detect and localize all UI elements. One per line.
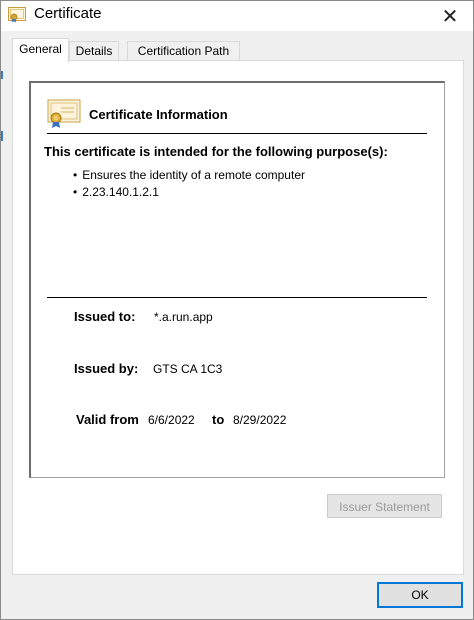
background-edge-fragment bbox=[1, 71, 3, 79]
issuer-statement-button[interactable]: Issuer Statement bbox=[327, 494, 442, 518]
issued-by-label: Issued by: bbox=[74, 361, 139, 376]
window-title: Certificate bbox=[34, 5, 102, 22]
certificate-dialog: Certificate ✕ General Details Certificat… bbox=[0, 0, 474, 620]
tab-certification-path[interactable]: Certification Path bbox=[127, 41, 240, 61]
issued-by-value: GTS CA 1C3 bbox=[153, 362, 223, 376]
close-icon: ✕ bbox=[441, 5, 459, 28]
issued-to-label: Issued to: bbox=[74, 309, 136, 324]
list-item: Ensures the identity of a remote compute… bbox=[73, 167, 305, 184]
background-edge-fragment bbox=[1, 131, 3, 141]
tab-general[interactable]: General bbox=[12, 38, 69, 63]
general-tab-panel: Certificate Information This certificate… bbox=[12, 60, 464, 575]
issued-to-value: *.a.run.app bbox=[154, 310, 213, 324]
purpose-heading: This certificate is intended for the fol… bbox=[44, 144, 388, 159]
list-item: 2.23.140.1.2.1 bbox=[73, 184, 305, 201]
valid-to-label: to bbox=[212, 412, 225, 427]
certificate-icon bbox=[47, 99, 81, 129]
purpose-list: Ensures the identity of a remote compute… bbox=[73, 167, 305, 201]
title-bar[interactable]: Certificate ✕ bbox=[1, 1, 473, 31]
close-button[interactable]: ✕ bbox=[427, 1, 473, 31]
ok-button[interactable]: OK bbox=[377, 582, 463, 608]
divider bbox=[47, 297, 427, 298]
divider bbox=[47, 133, 427, 134]
tab-details[interactable]: Details bbox=[69, 41, 119, 61]
certificate-info-heading: Certificate Information bbox=[89, 107, 228, 122]
certificate-icon bbox=[8, 7, 26, 23]
certificate-info-box: Certificate Information This certificate… bbox=[29, 81, 445, 478]
valid-from-label: Valid from bbox=[76, 412, 139, 427]
valid-from-value: 6/6/2022 bbox=[148, 413, 195, 427]
valid-to-value: 8/29/2022 bbox=[233, 413, 287, 427]
